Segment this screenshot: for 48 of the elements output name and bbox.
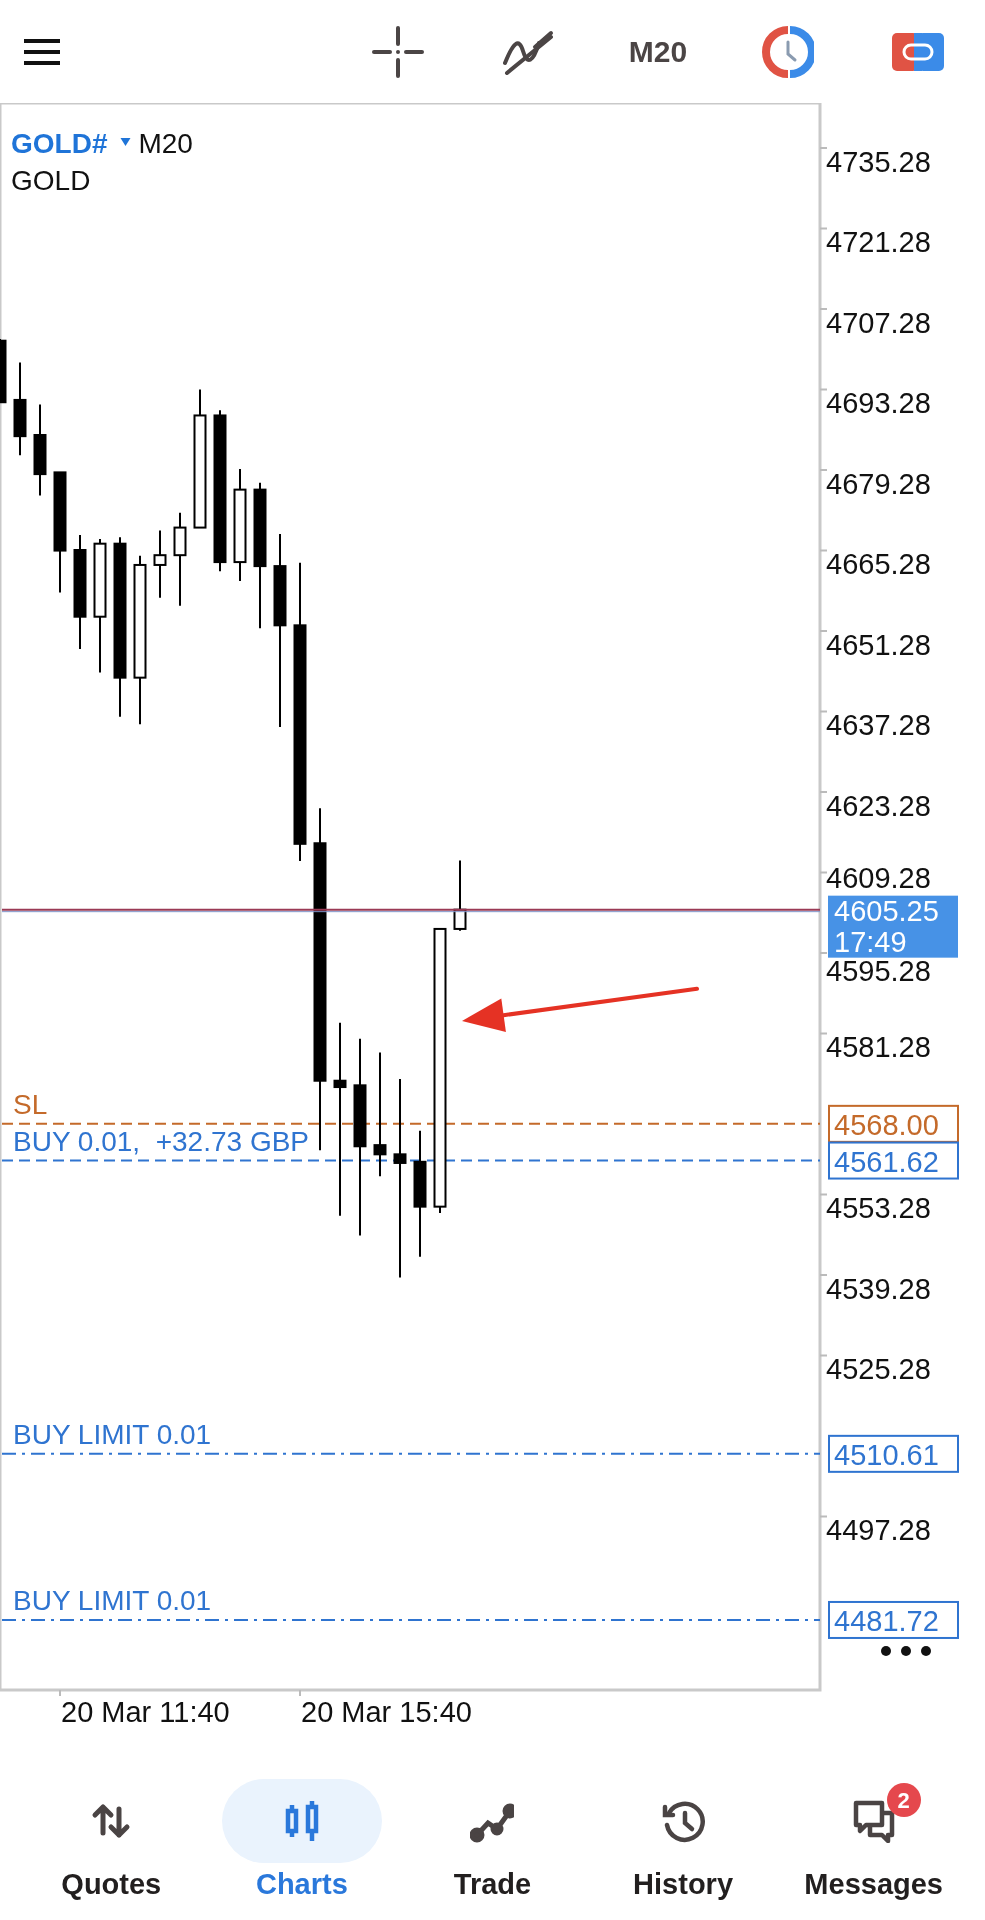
order-label: BUY 0.01, +32.73 GBP bbox=[13, 1125, 309, 1157]
price-label: 4595.28 bbox=[826, 955, 931, 987]
nav-tab[interactable]: History bbox=[587, 1779, 779, 1920]
price-label: 4637.28 bbox=[826, 709, 931, 742]
curve-icon[interactable] bbox=[501, 28, 555, 75]
price-label: 4707.28 bbox=[826, 307, 931, 339]
order-label: BUY LIMIT 0.01 bbox=[13, 1584, 212, 1616]
clock-icon[interactable] bbox=[762, 25, 814, 78]
price-label: 4735.28 bbox=[826, 146, 931, 178]
price-tag: 4568.00 bbox=[828, 1104, 959, 1143]
price-tag: 4481.72 bbox=[828, 1600, 959, 1639]
time-label: 20 Mar 11:40 bbox=[61, 1696, 230, 1728]
dropdown-icon[interactable] bbox=[120, 138, 131, 146]
price-label: 4679.28 bbox=[826, 468, 931, 500]
nav-tab[interactable]: Trade bbox=[397, 1779, 588, 1920]
timeframe-button[interactable]: M20 bbox=[628, 29, 688, 74]
price-label: 4525.28 bbox=[826, 1353, 931, 1386]
symbol-description: GOLD bbox=[11, 165, 91, 196]
price-label: 4623.28 bbox=[826, 790, 931, 822]
notification-badge: 2 bbox=[886, 1783, 921, 1817]
nav-tab[interactable]: Quotes bbox=[16, 1779, 207, 1920]
timeframe-label: M20 bbox=[138, 128, 193, 159]
price-tag: 4510.61 bbox=[828, 1434, 959, 1473]
more-icon[interactable] bbox=[881, 1646, 931, 1656]
symbol-name[interactable]: GOLD# bbox=[11, 128, 108, 159]
price-label: 4539.28 bbox=[826, 1273, 931, 1305]
order-label: BUY LIMIT 0.01 bbox=[13, 1418, 212, 1450]
price-label: 4553.28 bbox=[826, 1192, 931, 1225]
candlestick bbox=[153, 529, 167, 599]
nav-tab[interactable]: 2 Messages bbox=[778, 1779, 969, 1920]
price-label: 4651.28 bbox=[826, 629, 931, 661]
current-price-tag: 4605.25 17:49 bbox=[828, 894, 958, 958]
price-label: 4609.28 bbox=[826, 862, 931, 895]
price-label: 4721.28 bbox=[826, 226, 931, 259]
nav-tab[interactable]: Charts bbox=[206, 1779, 398, 1920]
price-label: 4693.28 bbox=[826, 387, 931, 420]
toggle-icon[interactable] bbox=[892, 32, 944, 71]
price-label: 4581.28 bbox=[826, 1031, 931, 1064]
time-label: 20 Mar 15:40 bbox=[301, 1696, 472, 1728]
chat-icon bbox=[851, 1799, 896, 1843]
price-label: 4497.28 bbox=[826, 1514, 931, 1547]
menu-icon[interactable] bbox=[24, 37, 60, 66]
history-icon bbox=[661, 1799, 706, 1843]
price-label: 4665.28 bbox=[826, 548, 931, 581]
order-label: SL bbox=[13, 1088, 48, 1120]
crosshair-icon[interactable] bbox=[372, 25, 424, 78]
candlestick bbox=[0, 338, 7, 404]
price-tag: 4561.62 bbox=[828, 1141, 959, 1180]
